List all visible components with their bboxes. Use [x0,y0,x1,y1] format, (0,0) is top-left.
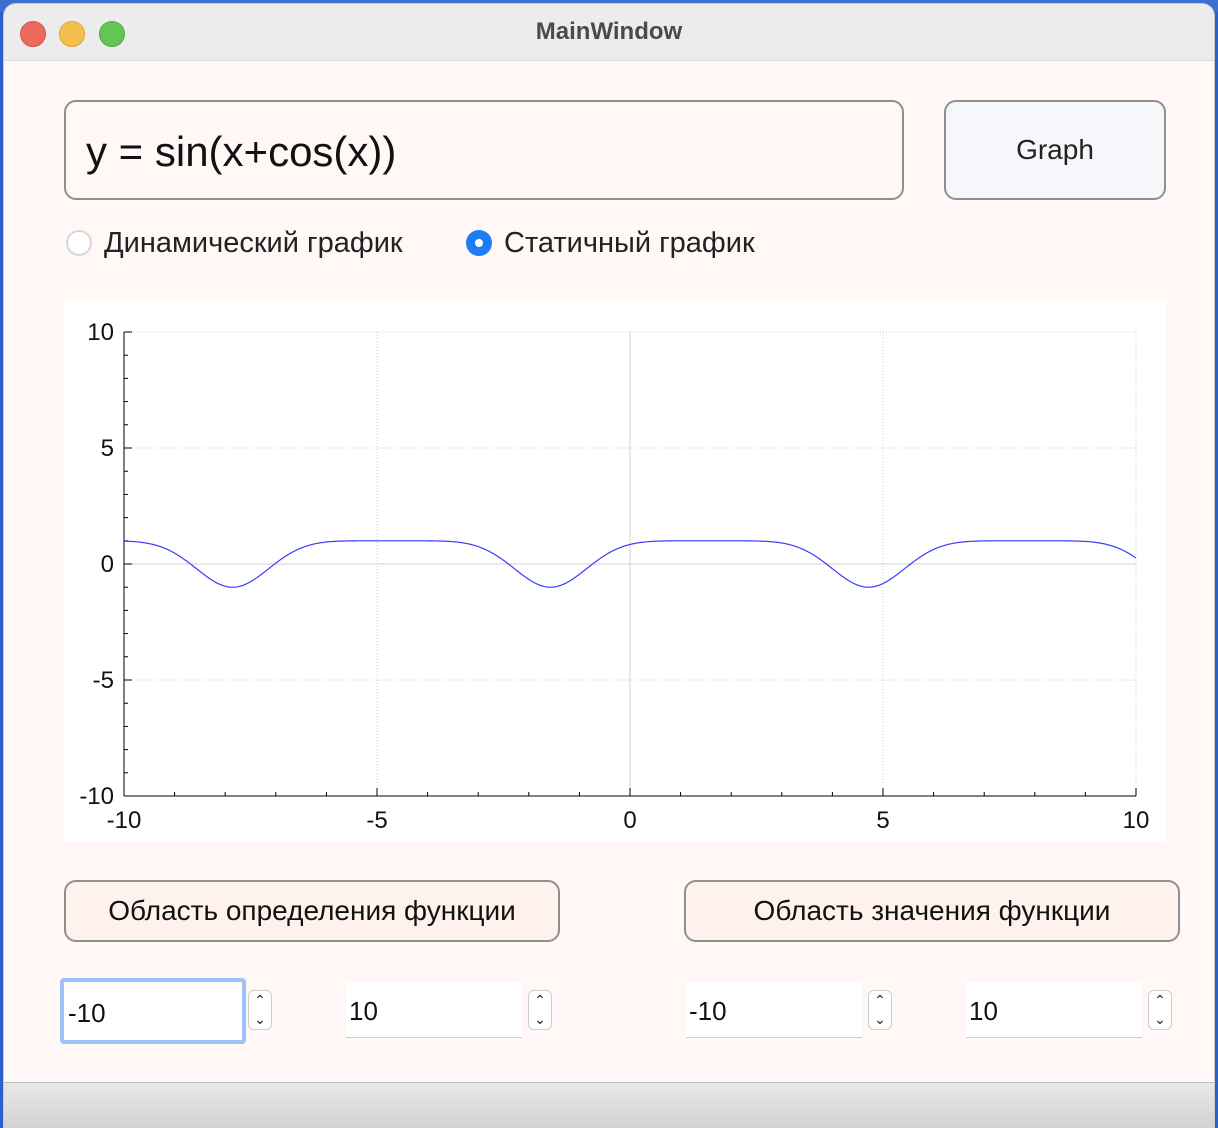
main-window: MainWindow y = sin(x+cos(x)) Graph Динам… [4,4,1214,1128]
window-title: MainWindow [535,18,683,45]
stepper-up-icon[interactable]: ⌃ [869,991,891,1010]
static-graph-radio[interactable]: Статичный график [466,226,755,260]
x-tick-label: -5 [366,807,387,834]
static-graph-label: Статичный график [504,226,755,259]
formula-input[interactable]: y = sin(x+cos(x)) [64,100,904,200]
domain-button[interactable]: Область определения функции [64,880,560,942]
dynamic-graph-radio[interactable]: Динамический график [66,226,403,260]
title-bar[interactable]: MainWindow [4,4,1214,61]
y-min-stepper[interactable]: ⌃ ⌄ [868,990,892,1030]
stepper-up-icon[interactable]: ⌃ [249,991,271,1010]
x-tick-label: 0 [623,807,636,834]
x-max-spinbox[interactable]: 10 [346,982,522,1038]
range-button[interactable]: Область значения функции [684,880,1180,942]
x-min-spinbox[interactable]: -10 [60,978,246,1044]
stepper-down-icon[interactable]: ⌄ [529,1010,551,1029]
radio-selected-icon[interactable] [466,230,492,256]
y-min-spinbox[interactable]: -10 [686,982,862,1038]
y-tick-label: -5 [93,667,114,694]
plot-area: -10 -5 0 5 10 10 5 0 -5 -10 [64,300,1166,842]
dynamic-graph-label: Динамический график [104,226,403,259]
y-max-spinbox[interactable]: 10 [966,982,1142,1038]
status-bar [4,1082,1214,1128]
y-tick-label: -10 [79,783,114,810]
y-tick-label: 0 [101,551,114,578]
x-tick-label: 10 [1123,807,1150,834]
graph-button[interactable]: Graph [944,100,1166,200]
stepper-down-icon[interactable]: ⌄ [1149,1010,1171,1029]
x-tick-label: -10 [107,807,142,834]
x-max-stepper[interactable]: ⌃ ⌄ [528,990,552,1030]
function-plot: -10 -5 0 5 10 10 5 0 -5 -10 [79,319,1150,834]
y-tick-label: 5 [101,435,114,462]
x-min-stepper[interactable]: ⌃ ⌄ [248,990,272,1030]
y-tick-label: 10 [87,319,114,346]
stepper-up-icon[interactable]: ⌃ [529,991,551,1010]
stepper-down-icon[interactable]: ⌄ [869,1010,891,1029]
y-max-stepper[interactable]: ⌃ ⌄ [1148,990,1172,1030]
stepper-up-icon[interactable]: ⌃ [1149,991,1171,1010]
stepper-down-icon[interactable]: ⌄ [249,1010,271,1029]
x-tick-label: 5 [876,807,889,834]
radio-unselected-icon[interactable] [66,230,92,256]
